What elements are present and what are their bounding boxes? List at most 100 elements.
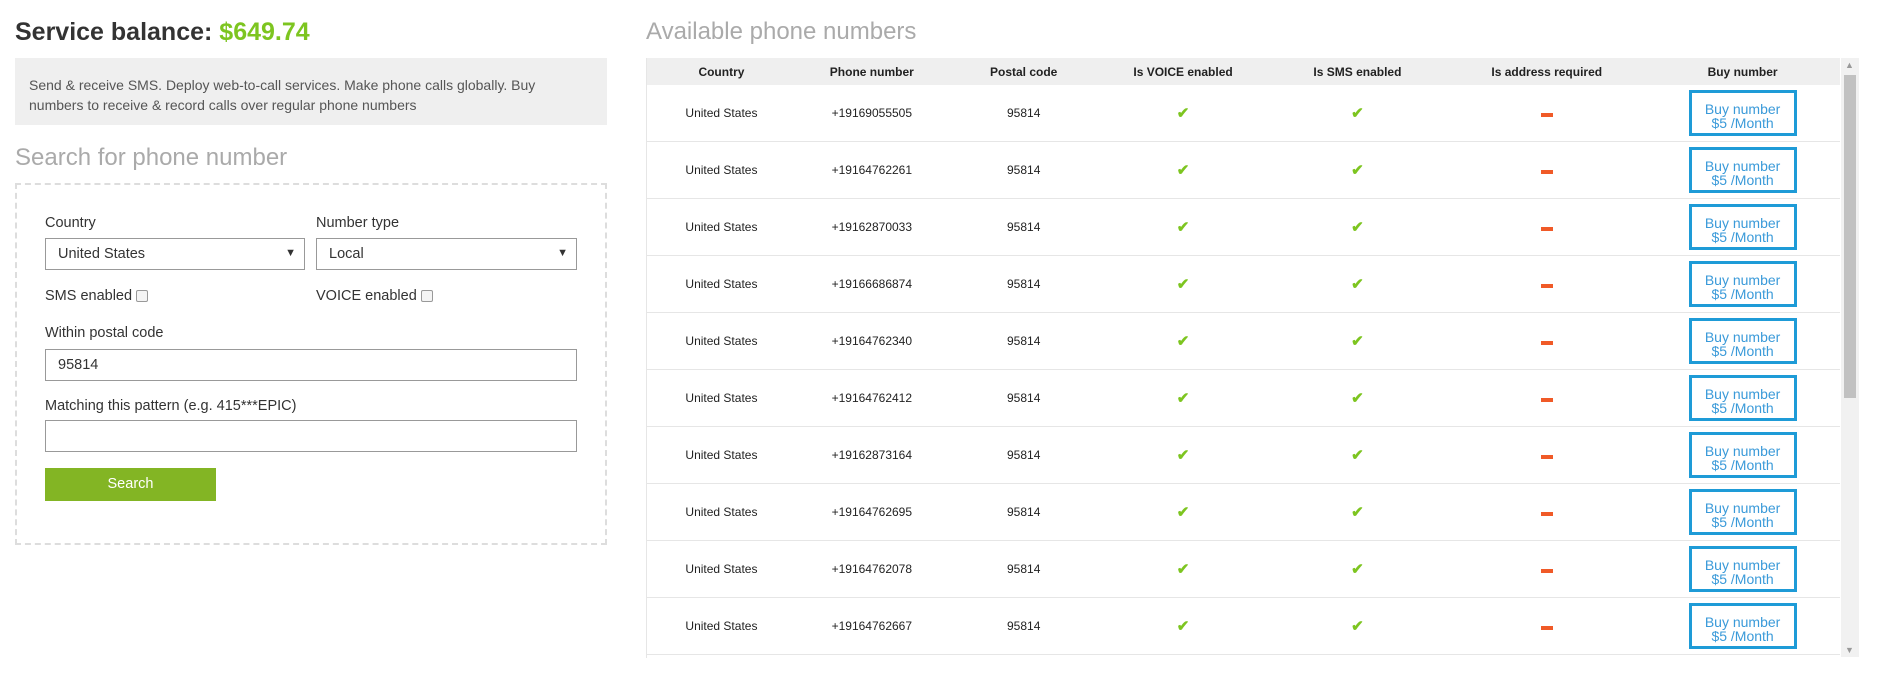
- voice-cell: ✔: [1100, 389, 1267, 407]
- phone-cell: +19166686874: [831, 277, 913, 291]
- buy-number-button[interactable]: Buy number $5 /Month: [1688, 318, 1797, 364]
- check-icon: ✔: [1351, 504, 1364, 521]
- service-balance: Service balance: $649.74: [15, 18, 310, 47]
- check-icon: ✔: [1176, 618, 1190, 635]
- phone-cell: +19162870033: [831, 220, 913, 234]
- pattern-input[interactable]: [45, 420, 577, 452]
- check-icon: ✔: [1351, 276, 1364, 293]
- buy-price: $5 /Month: [1711, 571, 1774, 587]
- sms-cell: ✔: [1266, 218, 1448, 236]
- check-icon: ✔: [1351, 447, 1364, 464]
- buy-cell: Buy number $5 /Month: [1645, 204, 1840, 250]
- postal-cell: 95814: [1007, 448, 1041, 462]
- chevron-down-icon: ▼: [557, 247, 568, 259]
- buy-cell: Buy number $5 /Month: [1645, 147, 1840, 193]
- check-icon: ✔: [1351, 618, 1364, 635]
- scrollbar-thumb[interactable]: [1844, 75, 1856, 398]
- balance-amount: $649.74: [219, 18, 310, 46]
- voice-cell: ✔: [1100, 332, 1267, 350]
- table-row: United States +19164762078 95814 ✔ ✔ Buy…: [647, 541, 1840, 598]
- country-cell: United States: [685, 562, 758, 576]
- country-cell: United States: [685, 220, 758, 234]
- phone-cell: +19164762695: [831, 505, 913, 519]
- buy-price: $5 /Month: [1711, 514, 1774, 530]
- check-icon: ✔: [1351, 333, 1364, 350]
- column-header: Is SMS enabled: [1313, 64, 1402, 79]
- buy-number-button[interactable]: Buy number $5 /Month: [1688, 603, 1797, 649]
- scrollbar[interactable]: ▲ ▼: [1841, 58, 1859, 657]
- phone-cell: +19164762340: [831, 334, 913, 348]
- buy-number-button[interactable]: Buy number $5 /Month: [1688, 432, 1797, 478]
- column-header: Buy number: [1707, 64, 1778, 79]
- sms-cell: ✔: [1266, 560, 1448, 578]
- buy-price: $5 /Month: [1711, 457, 1774, 473]
- table-header: Country Phone number Postal code Is VOICE e…: [647, 58, 1840, 85]
- column-header: Is address required: [1491, 64, 1603, 79]
- search-button[interactable]: Search: [45, 468, 216, 501]
- country-select[interactable]: United States ▼: [45, 238, 305, 270]
- buy-cell: Buy number $5 /Month: [1645, 489, 1840, 535]
- sms-cell: ✔: [1266, 161, 1448, 179]
- table-row: United States +19164762667 95814 ✔ ✔ Buy…: [647, 598, 1840, 655]
- postal-code-label: Within postal code: [45, 325, 164, 341]
- check-icon: ✔: [1351, 105, 1364, 122]
- check-icon: ✔: [1176, 333, 1190, 350]
- number-type-value: Local: [329, 246, 364, 262]
- sms-cell: ✔: [1266, 503, 1448, 521]
- buy-price: $5 /Month: [1711, 400, 1774, 416]
- address-cell: [1448, 505, 1645, 519]
- voice-cell: ✔: [1100, 161, 1267, 179]
- chevron-down-icon: ▼: [285, 247, 296, 259]
- voice-cell: ✔: [1100, 218, 1267, 236]
- voice-cell: ✔: [1100, 104, 1267, 122]
- buy-number-button[interactable]: Buy number $5 /Month: [1688, 489, 1797, 535]
- buy-price: $5 /Month: [1711, 229, 1774, 245]
- address-cell: [1448, 220, 1645, 234]
- country-cell: United States: [685, 334, 758, 348]
- buy-number-button[interactable]: Buy number $5 /Month: [1688, 261, 1797, 307]
- phone-cell: +19164762078: [831, 562, 913, 576]
- dash-icon: [1540, 227, 1553, 231]
- dash-icon: [1540, 455, 1553, 459]
- table-row: United States +19164762695 95814 ✔ ✔ Buy…: [647, 484, 1840, 541]
- scroll-up-icon[interactable]: ▲: [1845, 60, 1854, 70]
- sms-cell: ✔: [1266, 275, 1448, 293]
- postal-cell: 95814: [1007, 562, 1041, 576]
- buy-number-button[interactable]: Buy number $5 /Month: [1688, 546, 1797, 592]
- address-cell: [1448, 334, 1645, 348]
- column-header: Postal code: [990, 64, 1058, 79]
- buy-number-button[interactable]: Buy number $5 /Month: [1688, 90, 1797, 136]
- available-numbers-heading: Available phone numbers: [646, 18, 917, 45]
- table-row: United States +19164762412 95814 ✔ ✔ Buy…: [647, 370, 1840, 427]
- voice-enabled-checkbox[interactable]: [420, 290, 433, 303]
- sms-enabled-checkbox[interactable]: [136, 290, 149, 303]
- postal-cell: 95814: [1007, 391, 1041, 405]
- voice-cell: ✔: [1100, 560, 1267, 578]
- check-icon: ✔: [1176, 447, 1190, 464]
- check-icon: ✔: [1176, 504, 1190, 521]
- postal-code-input[interactable]: 95814: [45, 349, 577, 381]
- buy-number-button[interactable]: Buy number $5 /Month: [1688, 375, 1797, 421]
- scroll-down-icon[interactable]: ▼: [1845, 645, 1854, 655]
- check-icon: ✔: [1176, 390, 1190, 407]
- buy-cell: Buy number $5 /Month: [1645, 546, 1840, 592]
- buy-number-button[interactable]: Buy number $5 /Month: [1688, 147, 1797, 193]
- dash-icon: [1540, 170, 1553, 174]
- number-type-select[interactable]: Local ▼: [316, 238, 577, 270]
- buy-number-button[interactable]: Buy number $5 /Month: [1688, 204, 1797, 250]
- sms-cell: ✔: [1266, 332, 1448, 350]
- address-cell: [1448, 619, 1645, 633]
- search-heading: Search for phone number: [15, 144, 288, 171]
- voice-cell: ✔: [1100, 617, 1267, 635]
- voice-cell: ✔: [1100, 446, 1267, 464]
- phone-cell: +19164762667: [831, 619, 913, 633]
- check-icon: ✔: [1351, 219, 1364, 236]
- address-cell: [1448, 562, 1645, 576]
- column-header: Country: [698, 64, 745, 79]
- check-icon: ✔: [1176, 162, 1190, 179]
- address-cell: [1448, 106, 1645, 120]
- buy-price: $5 /Month: [1711, 115, 1774, 131]
- buy-cell: Buy number $5 /Month: [1645, 318, 1840, 364]
- country-cell: United States: [685, 505, 758, 519]
- address-cell: [1448, 163, 1645, 177]
